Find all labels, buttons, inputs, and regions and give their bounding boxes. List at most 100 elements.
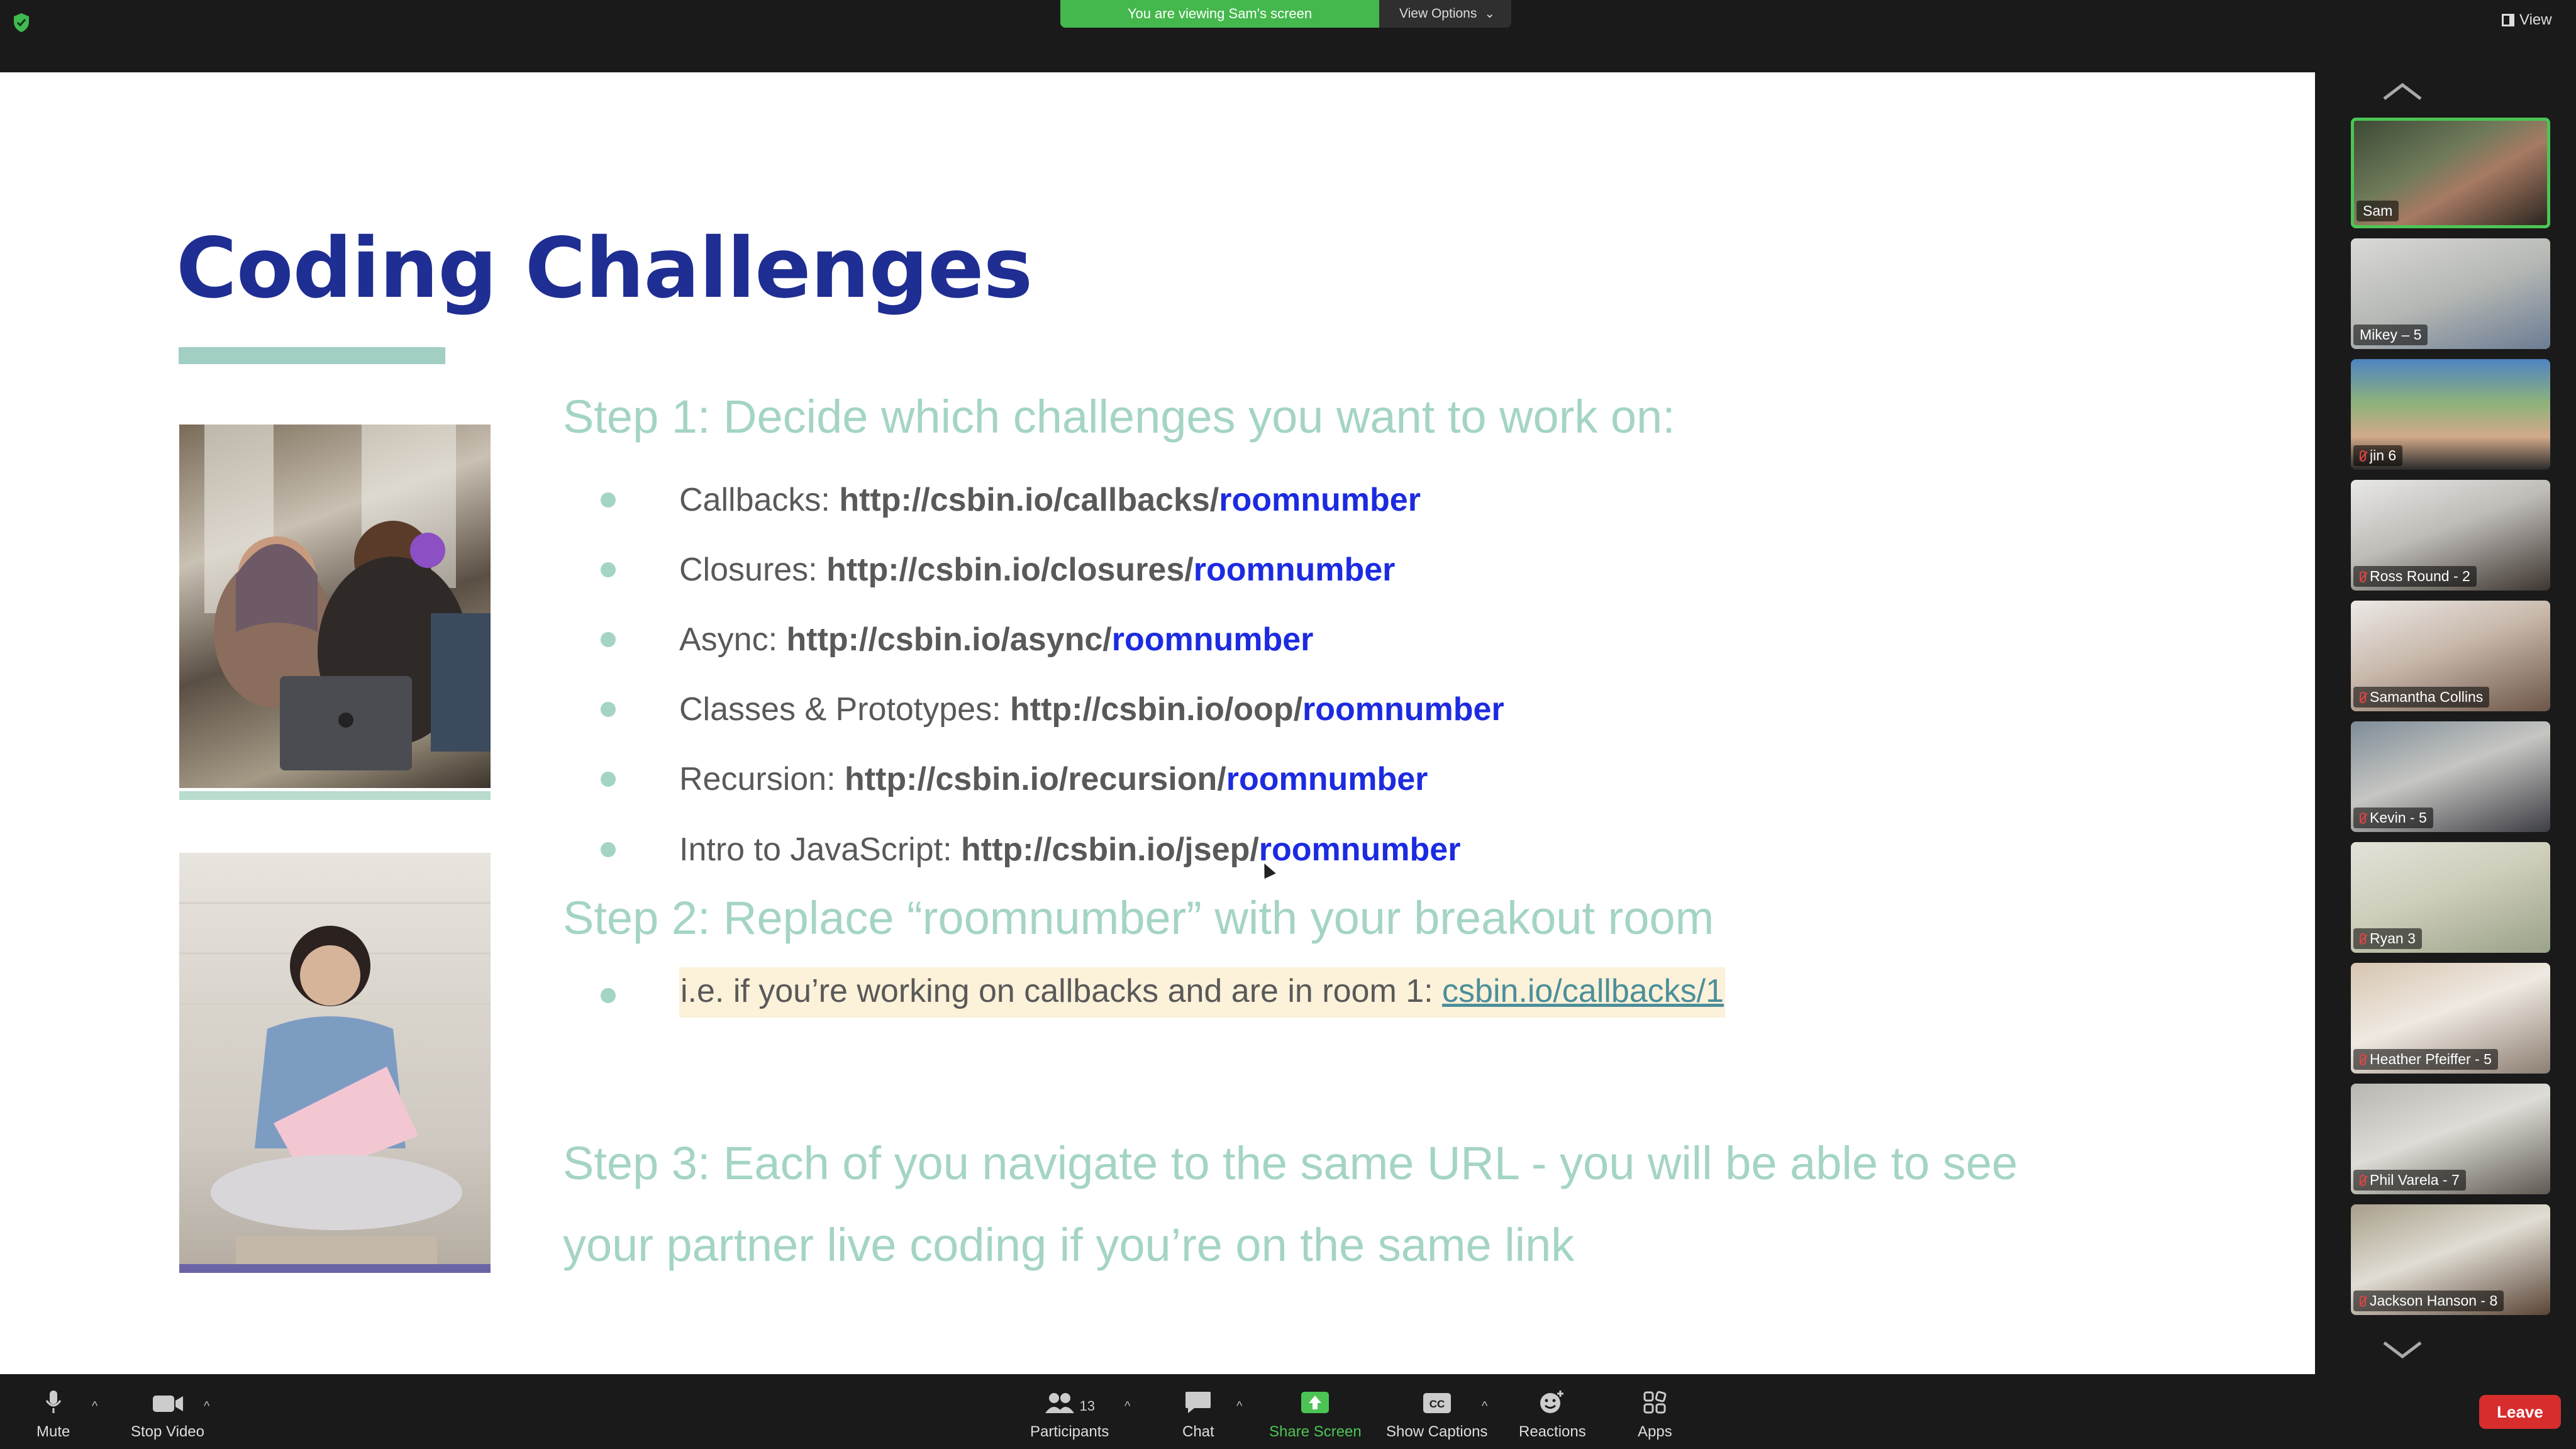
title-underline: [179, 347, 445, 364]
share-screen-button[interactable]: Share Screen: [1269, 1389, 1362, 1441]
video-camera-icon: [152, 1389, 184, 1414]
participants-label: Participants: [1030, 1423, 1109, 1440]
challenge-name: Recursion:: [679, 761, 836, 797]
participant-name: jin 6: [2353, 445, 2403, 466]
bullet-icon: [601, 492, 616, 508]
step3-heading: Step 3: Each of you navigate to the same…: [563, 1123, 2018, 1286]
view-layout-icon: [2502, 14, 2514, 26]
apps-button[interactable]: Apps: [1638, 1389, 1672, 1441]
leave-button[interactable]: Leave: [2479, 1395, 2561, 1429]
challenge-item-closures: Closures: http://csbin.io/closures/roomn…: [679, 551, 1395, 589]
step1-heading: Step 1: Decide which challenges you want…: [563, 391, 1675, 443]
participant-tile[interactable]: Jackson Hanson - 8: [2351, 1204, 2550, 1315]
bullet-icon: [601, 702, 616, 717]
chat-bubble-icon: [1184, 1389, 1212, 1414]
chat-label: Chat: [1182, 1423, 1214, 1440]
mute-button[interactable]: Mute: [36, 1389, 70, 1441]
participant-tile[interactable]: Mikey – 5: [2351, 238, 2550, 349]
participant-name: Samantha Collins: [2353, 687, 2490, 708]
participant-name: Heather Pfeiffer - 5: [2353, 1049, 2498, 1070]
example-text: i.e. if you’re working on callbacks and …: [680, 973, 1443, 1009]
challenge-url: http://csbin.io/oop/: [1010, 691, 1303, 728]
student-laptop-photo: [179, 853, 491, 1264]
reactions-button[interactable]: Reactions: [1519, 1389, 1586, 1441]
video-options-caret-icon[interactable]: ^: [204, 1399, 209, 1414]
svg-text:CC: CC: [1429, 1398, 1445, 1410]
share-screen-icon: [1300, 1389, 1330, 1414]
challenge-room: roomnumber: [1219, 482, 1421, 518]
step2-heading: Step 2: Replace “roomnumber” with your b…: [563, 892, 1714, 944]
participant-name: Ryan 3: [2353, 928, 2422, 949]
challenge-url: http://csbin.io/recursion/: [845, 761, 1226, 797]
challenge-item-async: Async: http://csbin.io/async/roomnumber: [679, 621, 1313, 658]
view-options-button[interactable]: View Options ⌄: [1379, 0, 1511, 28]
mute-options-caret-icon[interactable]: ^: [92, 1399, 97, 1414]
challenge-name: Intro to JavaScript:: [679, 831, 952, 868]
slide-title: Coding Challenges: [176, 220, 1033, 317]
mic-muted-icon: [2360, 1053, 2366, 1065]
challenge-item-recursion: Recursion: http://csbin.io/recursion/roo…: [679, 760, 1428, 798]
example-link[interactable]: csbin.io/callbacks/1: [1442, 973, 1724, 1009]
stop-video-button[interactable]: Stop Video: [131, 1389, 204, 1441]
challenge-item-jsep: Intro to JavaScript: http://csbin.io/jse…: [679, 831, 1460, 869]
viewing-screen-label: You are viewing Sam's screen: [1060, 0, 1379, 28]
photo-accent-bar: [179, 1264, 491, 1273]
participant-tile[interactable]: Kevin - 5: [2351, 721, 2550, 832]
security-shield-icon[interactable]: [13, 13, 30, 33]
participant-name: Kevin - 5: [2353, 808, 2433, 828]
participants-count: 13: [1079, 1398, 1095, 1414]
participant-name: Jackson Hanson - 8: [2353, 1291, 2504, 1311]
challenge-name: Classes & Prototypes:: [679, 691, 1001, 728]
participant-name: Phil Varela - 7: [2353, 1170, 2466, 1191]
challenge-url: http://csbin.io/jsep/: [960, 831, 1259, 868]
mic-muted-icon: [2360, 933, 2366, 945]
reactions-label: Reactions: [1519, 1423, 1586, 1440]
challenge-item-oop: Classes & Prototypes: http://csbin.io/oo…: [679, 691, 1504, 728]
participants-button[interactable]: 13 Participants: [1030, 1389, 1109, 1441]
participant-tile[interactable]: Ryan 3: [2351, 842, 2550, 953]
challenge-room: roomnumber: [1111, 621, 1314, 658]
step3-line2: your partner live coding if you’re on th…: [563, 1219, 1575, 1271]
mic-muted-icon: [2360, 1174, 2366, 1186]
scroll-up-icon[interactable]: [2380, 79, 2424, 104]
participant-tile[interactable]: Samantha Collins: [2351, 601, 2550, 711]
participant-name: Ross Round - 2: [2353, 566, 2477, 587]
participant-name: Mikey – 5: [2353, 325, 2428, 345]
mic-muted-icon: [2360, 812, 2366, 824]
meeting-toolbar: Mute ^ Stop Video ^ 13 Participants ^ Ch…: [0, 1374, 2576, 1449]
show-captions-label: Show Captions: [1386, 1423, 1488, 1440]
challenge-room: roomnumber: [1193, 552, 1396, 588]
top-bar: You are viewing Sam's screen View Option…: [0, 0, 2576, 72]
mic-muted-icon: [2360, 1295, 2366, 1307]
bullet-icon: [601, 772, 616, 787]
challenge-url: http://csbin.io/callbacks/: [839, 482, 1219, 518]
view-button[interactable]: View: [2502, 11, 2552, 29]
challenge-item-callbacks: Callbacks: http://csbin.io/callbacks/roo…: [679, 481, 1421, 519]
show-captions-button[interactable]: CC Show Captions: [1386, 1389, 1487, 1441]
participant-tile[interactable]: Sam: [2351, 118, 2550, 228]
challenge-url: http://csbin.io/closures/: [826, 552, 1194, 588]
scroll-down-icon[interactable]: [2380, 1338, 2424, 1363]
chat-button[interactable]: Chat: [1182, 1389, 1214, 1441]
microphone-icon: [45, 1389, 62, 1414]
participant-tile[interactable]: Heather Pfeiffer - 5: [2351, 963, 2550, 1074]
closed-captions-icon: CC: [1422, 1389, 1452, 1414]
chat-options-caret-icon[interactable]: ^: [1236, 1399, 1242, 1414]
shared-slide: Coding Challenges Step 1: Decide which c…: [0, 72, 2315, 1374]
participant-tile[interactable]: Phil Varela - 7: [2351, 1084, 2550, 1194]
smiley-plus-icon: [1538, 1389, 1567, 1414]
participant-tile[interactable]: jin 6: [2351, 359, 2550, 470]
step3-line1: Step 3: Each of you navigate to the same…: [563, 1137, 2018, 1189]
mic-muted-icon: [2360, 450, 2366, 462]
challenge-name: Callbacks:: [679, 482, 830, 518]
captions-options-caret-icon[interactable]: ^: [1482, 1399, 1487, 1414]
bullet-icon: [601, 988, 616, 1003]
example-item: i.e. if you’re working on callbacks and …: [679, 967, 1726, 1018]
participants-options-caret-icon[interactable]: ^: [1124, 1399, 1130, 1414]
bullet-icon: [601, 562, 616, 577]
apps-label: Apps: [1638, 1423, 1672, 1440]
students-coding-photo: [179, 425, 491, 788]
participant-tile[interactable]: Ross Round - 2: [2351, 480, 2550, 591]
chevron-down-icon: ⌄: [1484, 7, 1496, 21]
bullet-icon: [601, 632, 616, 647]
